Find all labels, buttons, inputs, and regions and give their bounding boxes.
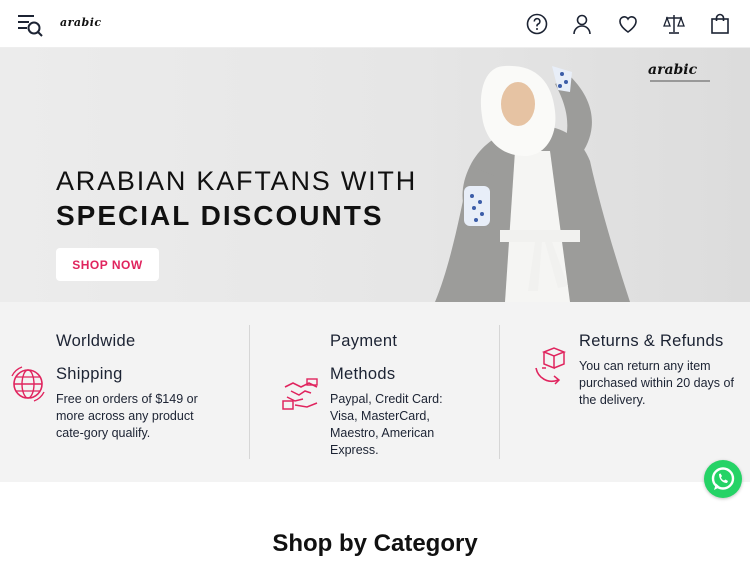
feature-text: Maestro, American [330,426,435,440]
feature-divider [499,325,500,459]
hero-heading-line2: SPECIAL DISCOUNTS [56,200,384,231]
feature-text: Paypal, Credit Card: [330,392,443,406]
feature-text: purchased within 20 days of [579,376,734,390]
globe-icon [11,366,45,402]
menu-search-icon[interactable] [16,12,44,38]
hero-brand-mark: arabic [648,62,698,78]
handshake-icon [282,378,318,410]
whatsapp-icon [711,467,735,490]
hero-banner: ARABIAN KAFTANS WITH SPECIAL DISCOUNTS S… [0,48,750,302]
feature-text: You can return any item [579,359,711,373]
heart-icon[interactable] [616,12,640,36]
feature-divider [249,325,250,459]
hero-model-image [435,65,630,302]
site-logo[interactable]: arabic [60,16,102,29]
user-icon[interactable] [570,12,594,36]
feature-title: Methods [330,365,396,383]
feature-text: the delivery. [579,393,646,407]
feature-text: Express. [330,443,379,457]
site-header: arabic [0,0,750,48]
help-icon[interactable] [525,12,549,36]
shop-now-button[interactable]: SHOP NOW [56,248,159,281]
feature-title: Shipping [56,365,123,383]
return-box-icon [535,347,567,385]
logo-text: arabic [60,16,102,29]
feature-text: Free on orders of $149 or [56,392,198,406]
section-title: Shop by Category [272,530,478,557]
compare-icon[interactable] [662,12,686,36]
feature-text: more across any product [56,409,194,423]
feature-text: cate-gory qualify. [56,426,151,440]
hero-brand-underline [650,80,710,82]
feature-title: Returns & Refunds [579,332,724,350]
bag-icon[interactable] [708,12,732,36]
feature-text: Visa, MasterCard, [330,409,430,423]
hero-heading-line1: ARABIAN KAFTANS WITH [56,166,418,196]
feature-title: Payment [330,332,398,350]
whatsapp-chat-button[interactable] [704,460,742,498]
feature-title: Worldwide [56,332,136,350]
